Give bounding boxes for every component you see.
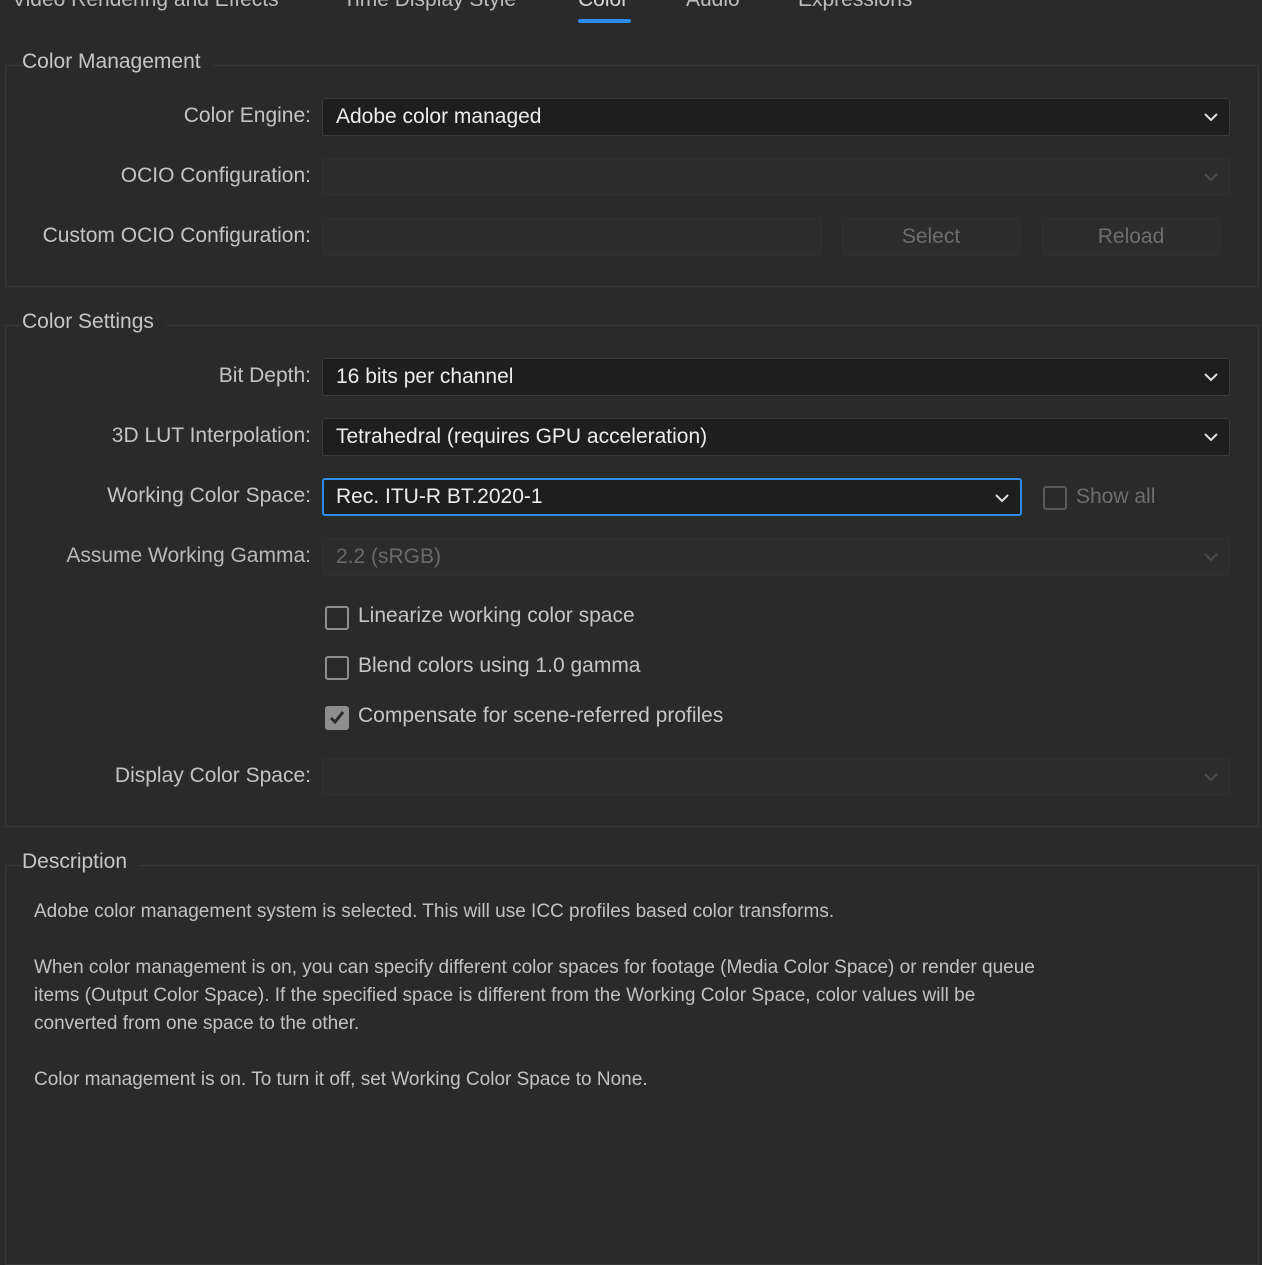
description-text: Adobe color management system is selecte…: [34, 898, 1044, 1094]
compensate-checkbox[interactable]: [325, 706, 349, 730]
assume-working-gamma-value: 2.2 (sRGB): [336, 545, 442, 568]
display-color-space-label: Display Color Space:: [114, 764, 311, 787]
description-paragraph: When color management is on, you can spe…: [34, 957, 1035, 1034]
blend-colors-checkbox[interactable]: [325, 656, 349, 680]
preferences-tab-bar: Video Rendering and Effects Time Display…: [0, 0, 1262, 30]
compensate-label: Compensate for scene-referred profiles: [358, 704, 724, 727]
tab-expressions[interactable]: Expressions: [798, 0, 912, 12]
chevron-down-icon: [994, 491, 1010, 505]
custom-ocio-configuration-label: Custom OCIO Configuration:: [42, 224, 311, 247]
description-paragraph: Adobe color management system is selecte…: [34, 901, 835, 922]
custom-ocio-configuration-field: [322, 218, 822, 256]
checkmark-icon: [329, 711, 345, 725]
tab-audio[interactable]: Audio: [686, 0, 740, 12]
color-engine-label: Color Engine:: [183, 104, 311, 127]
ocio-configuration-label: OCIO Configuration:: [120, 164, 311, 187]
working-color-space-label: Working Color Space:: [107, 484, 311, 507]
tab-video-rendering-and-effects[interactable]: Video Rendering and Effects: [12, 0, 279, 12]
chevron-down-icon: [1203, 370, 1219, 384]
lut-interpolation-value: Tetrahedral (requires GPU acceleration): [336, 425, 708, 448]
tab-color[interactable]: Color: [578, 0, 628, 12]
show-all-checkbox: [1043, 486, 1067, 510]
description-paragraph: Color management is on. To turn it off, …: [34, 1069, 648, 1090]
linearize-checkbox[interactable]: [325, 606, 349, 630]
chevron-down-icon: [1203, 170, 1219, 184]
chevron-down-icon: [1203, 550, 1219, 564]
ocio-configuration-dropdown: [322, 158, 1230, 196]
color-settings-title: Color Settings: [22, 310, 166, 334]
select-button: Select: [842, 218, 1020, 256]
blend-colors-label: Blend colors using 1.0 gamma: [358, 654, 641, 677]
assume-working-gamma-label: Assume Working Gamma:: [66, 544, 311, 567]
assume-working-gamma-dropdown: 2.2 (sRGB): [322, 538, 1230, 576]
color-engine-dropdown[interactable]: Adobe color managed: [322, 98, 1230, 136]
tab-time-display-style[interactable]: Time Display Style: [343, 0, 516, 12]
working-color-space-dropdown[interactable]: Rec. ITU-R BT.2020-1: [322, 478, 1022, 516]
lut-interpolation-dropdown[interactable]: Tetrahedral (requires GPU acceleration): [322, 418, 1230, 456]
lut-interpolation-label: 3D LUT Interpolation:: [111, 424, 311, 447]
color-engine-value: Adobe color managed: [336, 105, 542, 128]
show-all-label: Show all: [1076, 485, 1156, 508]
color-settings-group: [5, 325, 1259, 827]
reload-button: Reload: [1042, 218, 1220, 256]
bit-depth-value: 16 bits per channel: [336, 365, 514, 388]
chevron-down-icon: [1203, 110, 1219, 124]
bit-depth-label: Bit Depth:: [218, 364, 311, 387]
chevron-down-icon: [1203, 430, 1219, 444]
description-title: Description: [22, 850, 140, 874]
working-color-space-value: Rec. ITU-R BT.2020-1: [336, 485, 543, 508]
color-management-title: Color Management: [22, 50, 213, 74]
display-color-space-dropdown: [322, 758, 1230, 796]
bit-depth-dropdown[interactable]: 16 bits per channel: [322, 358, 1230, 396]
linearize-label: Linearize working color space: [358, 604, 635, 627]
chevron-down-icon: [1203, 770, 1219, 784]
active-tab-indicator: [578, 19, 631, 23]
